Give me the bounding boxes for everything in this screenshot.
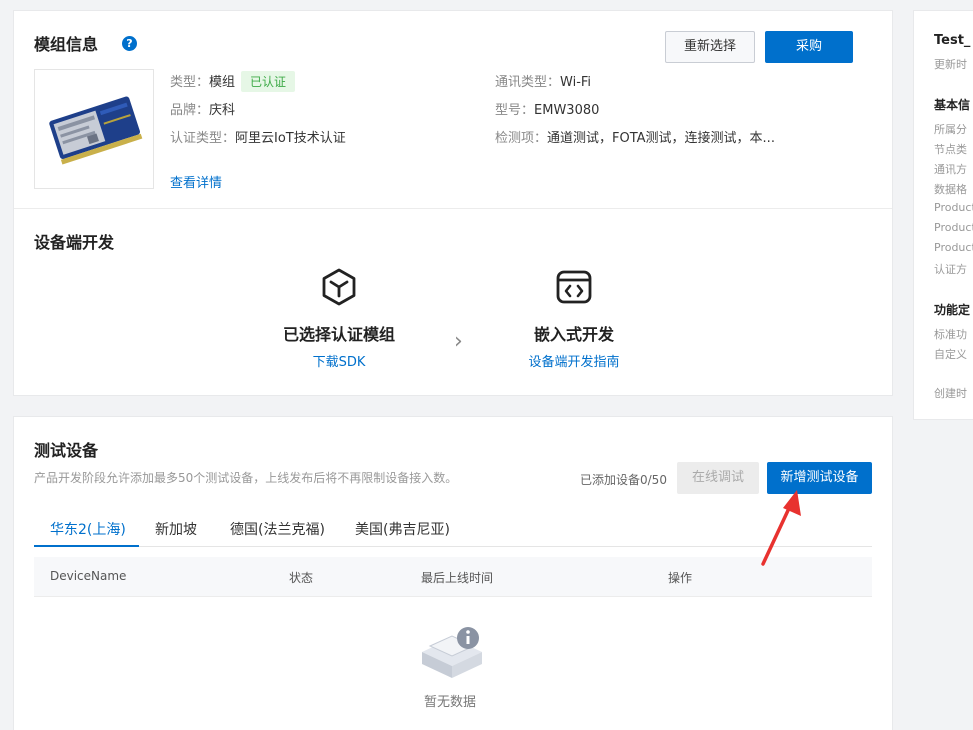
created-time: 创建时 bbox=[934, 387, 967, 400]
info-row: 节点类 bbox=[934, 143, 967, 156]
info-row: Product bbox=[934, 221, 973, 234]
detail-link-wrap: 查看详情 bbox=[170, 172, 222, 191]
comm-type-field: 通讯类型：Wi-Fi bbox=[495, 71, 591, 90]
region-tabs: 华东2(上海) 新加坡 德国(法兰克福) 美国(弗吉尼亚) bbox=[34, 513, 872, 547]
brand-value: 庆科 bbox=[209, 103, 236, 118]
col-last-online: 最后上线时间 bbox=[421, 571, 494, 585]
download-sdk-link[interactable]: 下载SDK bbox=[264, 351, 414, 370]
online-debug-button[interactable]: 在线调试 bbox=[677, 462, 759, 494]
help-icon[interactable]: ? bbox=[122, 36, 137, 51]
col-devicename: DeviceName bbox=[50, 569, 127, 583]
chevron-right-icon: › bbox=[454, 329, 463, 354]
test-items-value: 通道测试，FOTA测试，连接测试，本... bbox=[547, 131, 775, 146]
info-row: Product bbox=[934, 201, 973, 214]
view-details-link[interactable]: 查看详情 bbox=[170, 176, 222, 191]
brand-field: 品牌：庆科 bbox=[170, 99, 235, 118]
product-name: Test_ bbox=[934, 33, 971, 48]
test-items-field: 检测项：通道测试，FOTA测试，连接测试，本... bbox=[495, 127, 775, 146]
device-count: 已添加设备0/50 bbox=[580, 473, 667, 487]
type-value: 模组 bbox=[209, 75, 236, 90]
comm-type-value: Wi-Fi bbox=[560, 75, 592, 90]
device-dev-guide-link[interactable]: 设备端开发指南 bbox=[499, 351, 649, 370]
info-row: 通讯方 bbox=[934, 163, 967, 176]
step-selected-module: 已选择认证模组 下载SDK bbox=[264, 267, 414, 370]
tab-region-singapore[interactable]: 新加坡 bbox=[155, 519, 197, 539]
cert-type-field: 认证类型：阿里云IoT技术认证 bbox=[170, 127, 346, 146]
type-field: 类型：模组 已认证 bbox=[170, 71, 296, 92]
reselect-button[interactable]: 重新选择 bbox=[665, 31, 755, 63]
brand-key: 品牌： bbox=[170, 103, 210, 118]
active-tab-indicator bbox=[34, 545, 139, 547]
module-card: 模组信息 ? 重新选择 采购 类型：模组 已认证 品牌：庆科 认证类型：阿里云Io… bbox=[13, 10, 893, 396]
updated-time: 更新时 bbox=[934, 58, 967, 71]
info-row: 认证方 bbox=[934, 263, 967, 276]
cert-type-key: 认证类型： bbox=[170, 131, 236, 146]
module-title: 模组信息 bbox=[34, 35, 99, 54]
code-window-icon bbox=[556, 270, 592, 304]
function-heading: 功能定 bbox=[934, 303, 971, 317]
step1-title: 已选择认证模组 bbox=[282, 325, 395, 344]
comm-type-key: 通讯类型： bbox=[495, 75, 561, 90]
model-value: EMW3080 bbox=[534, 103, 600, 118]
col-actions: 操作 bbox=[668, 571, 693, 585]
certified-badge: 已认证 bbox=[241, 71, 296, 92]
annotation-arrow-icon bbox=[761, 490, 801, 566]
info-row: 所属分 bbox=[934, 123, 967, 136]
info-row: Product bbox=[934, 241, 973, 254]
info-row: 数据格 bbox=[934, 183, 967, 196]
test-devices-desc: 产品开发阶段允许添加最多50个测试设备，上线发布后将不再限制设备接入数。 bbox=[34, 471, 458, 485]
model-key: 型号： bbox=[495, 103, 535, 118]
test-items-key: 检测项： bbox=[495, 131, 548, 146]
step2-title: 嵌入式开发 bbox=[533, 325, 614, 344]
purchase-button[interactable]: 采购 bbox=[765, 31, 853, 63]
test-devices-card: 测试设备 产品开发阶段允许添加最多50个测试设备，上线发布后将不再限制设备接入数… bbox=[13, 416, 893, 730]
type-key: 类型： bbox=[170, 75, 210, 90]
function-row: 自定义 bbox=[934, 348, 967, 361]
module-image bbox=[34, 69, 154, 189]
function-row: 标准功 bbox=[934, 328, 967, 341]
model-field: 型号：EMW3080 bbox=[495, 99, 599, 118]
tab-region-frankfurt[interactable]: 德国(法兰克福) bbox=[230, 519, 325, 539]
step-embedded-dev: 嵌入式开发 设备端开发指南 bbox=[499, 267, 649, 370]
basic-info-heading: 基本信 bbox=[934, 98, 971, 112]
col-status: 状态 bbox=[289, 571, 314, 585]
section-divider bbox=[14, 208, 892, 209]
empty-data-text: 暂无数据 bbox=[424, 695, 477, 710]
empty-data-icon bbox=[422, 627, 482, 678]
test-devices-title: 测试设备 bbox=[34, 441, 99, 460]
cert-type-value: 阿里云IoT技术认证 bbox=[235, 131, 346, 146]
tab-region-virginia[interactable]: 美国(弗吉尼亚) bbox=[355, 519, 450, 539]
device-dev-title: 设备端开发 bbox=[34, 233, 115, 252]
tab-region-shanghai[interactable]: 华东2(上海) bbox=[50, 519, 126, 539]
product-info-panel: Test_ 更新时 基本信 所属分 节点类 通讯方 数据格 Product Pr… bbox=[913, 10, 973, 420]
device-table-header: DeviceName 状态 最后上线时间 操作 bbox=[34, 557, 872, 597]
cube-icon bbox=[322, 268, 356, 306]
